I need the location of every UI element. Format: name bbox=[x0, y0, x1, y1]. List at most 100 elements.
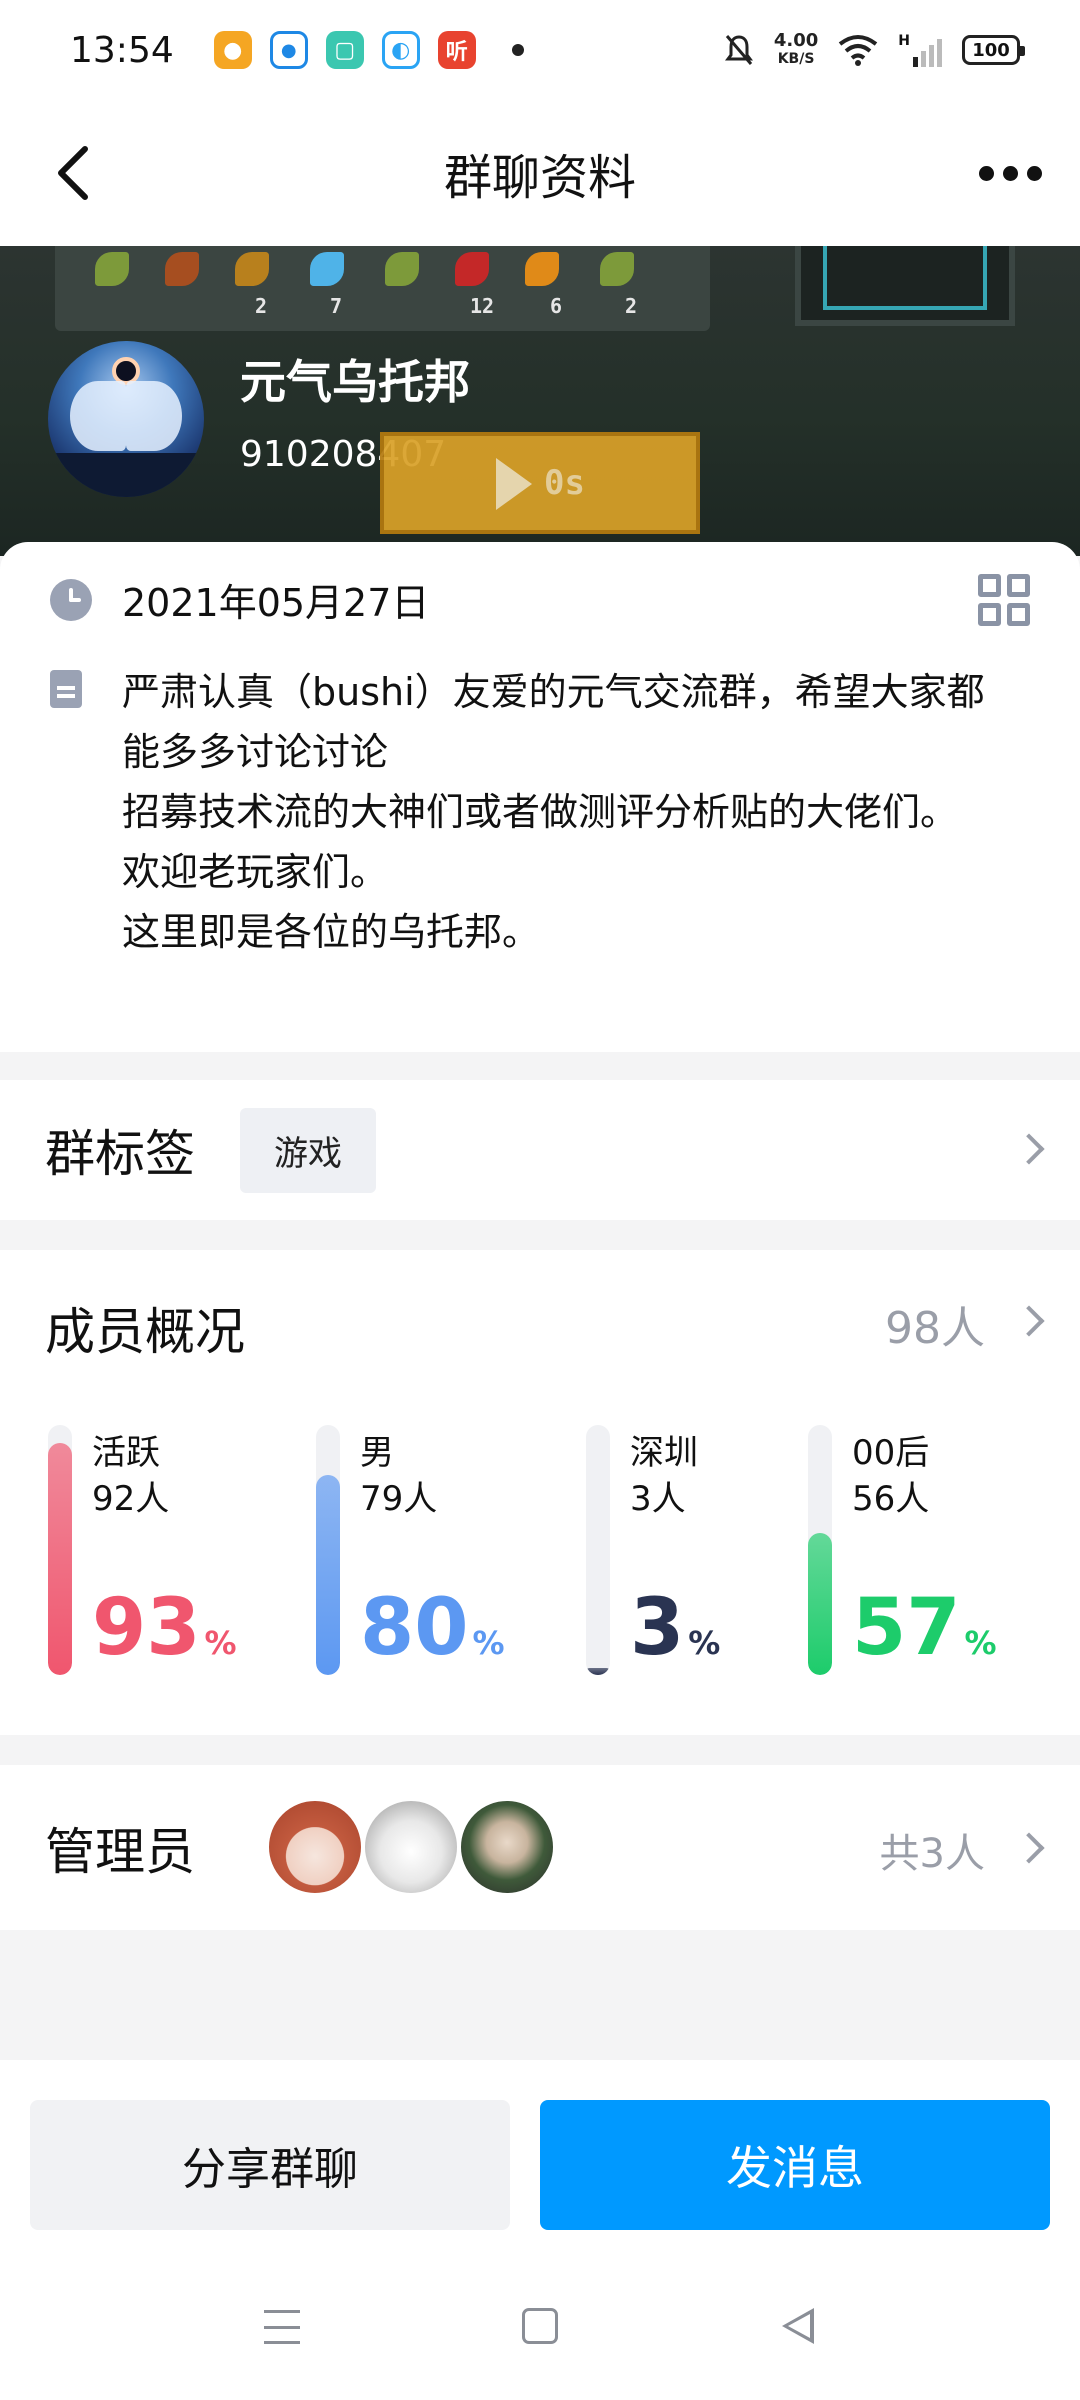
stat-count: 3人 bbox=[630, 1479, 686, 1519]
stat-bar-fill bbox=[586, 1667, 610, 1675]
group-tags-title: 群标签 bbox=[45, 1125, 195, 1183]
chevron-right-icon bbox=[1013, 1133, 1045, 1165]
admin-total: 共3人 bbox=[879, 1831, 985, 1877]
leaf-icon bbox=[385, 252, 419, 286]
weibo-icon: ● bbox=[213, 31, 252, 69]
more-dot-icon bbox=[1002, 165, 1018, 181]
item-count: 12 bbox=[470, 294, 495, 318]
bottom-action-bar: 分享群聊 发消息 bbox=[0, 2060, 1080, 2260]
voice-message-bubble[interactable]: 0s bbox=[380, 432, 700, 534]
stat-bar-track bbox=[808, 1425, 832, 1675]
avatar[interactable] bbox=[361, 1797, 461, 1897]
created-date-row: 2021年05月27日 bbox=[50, 572, 429, 627]
net-speed-unit: KB/S bbox=[777, 51, 815, 67]
signal-label: H bbox=[898, 33, 910, 49]
nav-back-button[interactable] bbox=[782, 2308, 814, 2344]
play-icon bbox=[496, 458, 532, 510]
stat-percent-unit: % bbox=[688, 1624, 721, 1662]
stat-count: 79人 bbox=[360, 1479, 438, 1519]
stat-percent: 57% bbox=[852, 1583, 997, 1688]
leaf-icon bbox=[165, 252, 199, 286]
tag-chip: 游戏 bbox=[240, 1107, 376, 1193]
voice-duration: 0s bbox=[544, 463, 585, 503]
group-cover-banner: 2 7 12 6 2 元气乌托邦 910208407 0s bbox=[0, 246, 1080, 556]
stat-count: 56人 bbox=[852, 1479, 930, 1519]
stat-bar-fill bbox=[316, 1475, 340, 1675]
stat-percent-value: 93 bbox=[92, 1583, 201, 1673]
stat-bar-track bbox=[48, 1425, 72, 1675]
group-avatar[interactable] bbox=[48, 341, 204, 497]
wifi-icon bbox=[839, 35, 878, 66]
stat-label: 男 bbox=[360, 1433, 394, 1473]
more-options-button[interactable] bbox=[970, 148, 1050, 198]
admin-avatars bbox=[265, 1797, 557, 1897]
clock-icon bbox=[50, 578, 92, 621]
stat-percent-unit: % bbox=[964, 1624, 997, 1662]
star-icon bbox=[310, 252, 344, 286]
listen-app-icon: 听 bbox=[437, 31, 476, 69]
group-name: 元气乌托邦 bbox=[240, 355, 470, 409]
stat-percent-unit: % bbox=[204, 1624, 237, 1662]
cover-frame bbox=[795, 246, 1015, 326]
stat-bar-fill bbox=[808, 1532, 832, 1675]
item-count: 2 bbox=[255, 294, 268, 318]
system-nav-bar bbox=[0, 2260, 1080, 2400]
back-button[interactable] bbox=[40, 140, 106, 206]
group-description: 严肃认真（bushi）友爱的元气交流群，希望大家都能多多讨论讨论 招募技术流的大… bbox=[122, 670, 985, 954]
stat-count: 92人 bbox=[92, 1479, 170, 1519]
stat-location: 深圳 3人 3% bbox=[586, 1425, 846, 1680]
status-bar: 13:54 ● ● ▢ ◐ 听 4.00 KB/S H 100 bbox=[0, 0, 1080, 100]
document-icon bbox=[50, 670, 82, 708]
app-icon: ● bbox=[269, 31, 308, 69]
stat-bar-track bbox=[586, 1425, 610, 1675]
status-time: 13:54 bbox=[70, 29, 174, 71]
home-button[interactable] bbox=[522, 2308, 558, 2344]
recent-apps-button[interactable] bbox=[264, 2310, 300, 2344]
admins-row[interactable]: 管理员 共3人 bbox=[0, 1765, 1080, 1930]
stat-label: 活跃 bbox=[92, 1433, 160, 1473]
net-speed-value: 4.00 bbox=[773, 30, 819, 51]
back-arrow-icon bbox=[58, 146, 88, 200]
group-tags-row[interactable]: 群标签 游戏 bbox=[0, 1080, 1080, 1220]
status-right: 4.00 KB/S H 100 bbox=[724, 30, 1025, 68]
avatar[interactable] bbox=[457, 1797, 557, 1897]
send-message-button[interactable]: 发消息 bbox=[540, 2100, 1050, 2230]
more-dot-icon bbox=[1026, 165, 1042, 181]
leaf-icon bbox=[600, 252, 634, 286]
leaf-icon bbox=[95, 252, 129, 286]
created-date: 2021年05月27日 bbox=[122, 581, 430, 625]
avatar[interactable] bbox=[265, 1797, 365, 1897]
member-overview-title: 成员概况 bbox=[45, 1303, 245, 1361]
item-count: 2 bbox=[625, 294, 638, 318]
chevron-right-icon[interactable] bbox=[1013, 1305, 1045, 1337]
admins-title: 管理员 bbox=[45, 1822, 195, 1881]
leaf-icon bbox=[235, 252, 269, 286]
signal-icon: H bbox=[898, 33, 942, 67]
member-total[interactable]: 98人 bbox=[885, 1292, 985, 1356]
stat-label: 深圳 bbox=[630, 1433, 698, 1473]
stat-percent-value: 57 bbox=[852, 1583, 961, 1673]
stat-percent: 93% bbox=[92, 1583, 237, 1688]
stat-bar-fill bbox=[48, 1442, 72, 1675]
qr-code-icon[interactable] bbox=[978, 574, 1030, 626]
stat-percent: 3% bbox=[630, 1583, 720, 1688]
maple-leaf-icon bbox=[525, 252, 559, 286]
stat-age: 00后 56人 57% bbox=[808, 1425, 1068, 1680]
more-dot-icon bbox=[978, 165, 994, 181]
chevron-right-icon bbox=[1013, 1832, 1045, 1864]
stat-bar-track bbox=[316, 1425, 340, 1675]
stat-percent-unit: % bbox=[472, 1624, 505, 1662]
description-row: 严肃认真（bushi）友爱的元气交流群，希望大家都能多多讨论讨论 招募技术流的大… bbox=[50, 662, 1022, 962]
stat-active: 活跃 92人 93% bbox=[48, 1425, 308, 1680]
maple-leaf-icon bbox=[455, 252, 489, 286]
member-overview: 成员概况 98人 活跃 92人 93% 男 79人 80% 深圳 3人 3% 0… bbox=[0, 1250, 1080, 1735]
share-group-button[interactable]: 分享群聊 bbox=[30, 2100, 510, 2230]
group-info-card: 2021年05月27日 严肃认真（bushi）友爱的元气交流群，希望大家都能多多… bbox=[0, 542, 1080, 1052]
battery-icon: 100 bbox=[962, 35, 1025, 65]
notification-icons: ● ● ▢ ◐ 听 bbox=[213, 31, 524, 69]
app-icon: ◐ bbox=[381, 31, 420, 69]
title-bar: 群聊资料 bbox=[0, 100, 1080, 246]
stat-percent: 80% bbox=[360, 1583, 505, 1688]
page-title: 群聊资料 bbox=[443, 150, 636, 206]
mute-bell-icon bbox=[724, 35, 753, 65]
